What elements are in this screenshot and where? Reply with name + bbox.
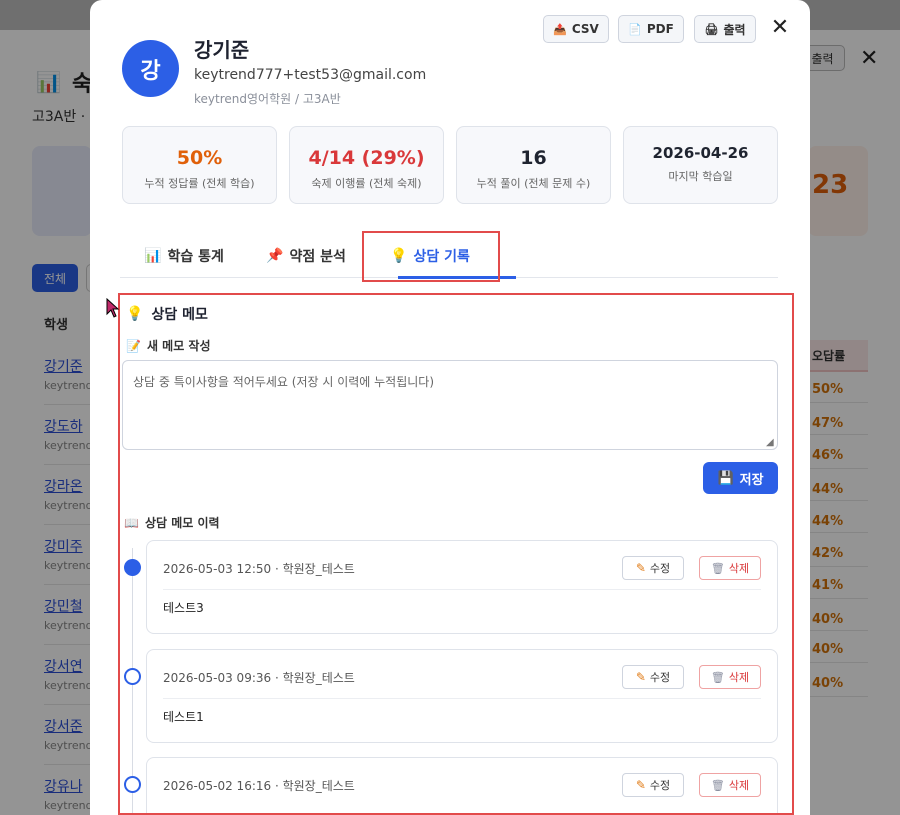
trash-icon: 🗑 bbox=[710, 561, 725, 575]
stat-value: 4/14 (29%) bbox=[308, 147, 425, 169]
stat-value: 16 bbox=[520, 147, 547, 169]
floppy-disk-icon: 💾 bbox=[717, 470, 734, 486]
timeline-dot bbox=[124, 668, 141, 685]
mouse-cursor-icon bbox=[106, 298, 120, 318]
stat-card-accuracy: 50% 누적 정답률 (전체 학습) bbox=[122, 126, 277, 204]
delete-label: 삭제 bbox=[728, 779, 750, 792]
section-title-text: 상담 메모 bbox=[151, 307, 208, 323]
stat-card-homework: 4/14 (29%) 숙제 이행률 (전체 숙제) bbox=[289, 126, 444, 204]
memo-body: 테스트1 bbox=[163, 710, 204, 724]
counsel-section-title: 💡 상담 메모 bbox=[126, 304, 208, 324]
stat-label: 마지막 학습일 bbox=[668, 170, 733, 183]
timeline-dot-current bbox=[124, 559, 141, 576]
edit-button[interactable]: ✎ 수정 bbox=[622, 773, 684, 797]
memo-history-item: 2026-05-03 09:36 · 학원장_테스트 ✎ 수정 🗑 삭제 테스트1 bbox=[146, 649, 778, 743]
student-name: 강기준 bbox=[194, 38, 250, 62]
open-book-icon: 📖 bbox=[124, 515, 139, 530]
timeline-dot bbox=[124, 776, 141, 793]
tab-label: 약점 분석 bbox=[289, 249, 346, 265]
edit-label: 수정 bbox=[649, 562, 671, 575]
edit-label: 수정 bbox=[649, 671, 671, 684]
close-icon[interactable]: ✕ bbox=[768, 16, 792, 40]
highlight-box-tab bbox=[362, 231, 500, 282]
print-button[interactable]: 🖨 출력 bbox=[694, 15, 756, 43]
delete-button[interactable]: 🗑 삭제 bbox=[699, 773, 761, 797]
resize-grip-icon[interactable]: ◢ bbox=[766, 437, 774, 448]
new-memo-title-text: 새 메모 작성 bbox=[146, 339, 211, 353]
pencil-icon: ✎ bbox=[635, 561, 646, 575]
memo-meta: 2026-05-03 09:36 · 학원장_테스트 bbox=[163, 671, 355, 685]
document-icon: 📄 bbox=[628, 22, 642, 36]
stat-value: 2026-04-26 bbox=[652, 144, 749, 162]
memo-meta: 2026-05-03 12:50 · 학원장_테스트 bbox=[163, 562, 355, 576]
student-org: keytrend영어학원 / 고3A반 bbox=[194, 92, 341, 106]
memo-textarea[interactable] bbox=[122, 360, 778, 450]
trash-icon: 🗑 bbox=[710, 670, 725, 684]
pdf-export-button[interactable]: 📄 PDF bbox=[618, 15, 684, 43]
stat-label: 누적 정답률 (전체 학습) bbox=[144, 177, 255, 190]
stat-card-solved: 16 누적 풀이 (전체 문제 수) bbox=[456, 126, 611, 204]
avatar: 강 bbox=[122, 40, 179, 97]
pdf-label: PDF bbox=[646, 22, 674, 36]
pencil-icon: ✎ bbox=[635, 778, 646, 792]
tab-label: 학습 통계 bbox=[167, 249, 224, 265]
pushpin-icon: 📌 bbox=[266, 248, 284, 264]
memo-icon: 📝 bbox=[126, 338, 141, 353]
lightbulb-icon: 💡 bbox=[126, 306, 144, 322]
new-memo-title: 📝 새 메모 작성 bbox=[126, 337, 211, 354]
file-upload-icon: 📤 bbox=[553, 22, 567, 36]
memo-body: 테스트3 bbox=[163, 601, 204, 615]
edit-button[interactable]: ✎ 수정 bbox=[622, 556, 684, 580]
stat-card-last-study: 2026-04-26 마지막 학습일 bbox=[623, 126, 778, 204]
printer-icon: 🖨 bbox=[704, 22, 719, 36]
stat-label: 숙제 이행률 (전체 숙제) bbox=[311, 177, 422, 190]
csv-label: CSV bbox=[571, 22, 599, 36]
csv-export-button[interactable]: 📤 CSV bbox=[543, 15, 609, 43]
delete-button[interactable]: 🗑 삭제 bbox=[699, 556, 761, 580]
stat-value: 50% bbox=[176, 147, 223, 169]
memo-history-item: 2026-05-03 12:50 · 학원장_테스트 ✎ 수정 🗑 삭제 테스트3 bbox=[146, 540, 778, 634]
delete-label: 삭제 bbox=[728, 671, 750, 684]
save-button[interactable]: 💾 저장 bbox=[703, 462, 778, 494]
save-label: 저장 bbox=[739, 472, 764, 488]
divider bbox=[163, 589, 761, 590]
student-email: keytrend777+test53@gmail.com bbox=[194, 67, 427, 83]
print-label: 출력 bbox=[723, 22, 746, 37]
pencil-icon: ✎ bbox=[635, 670, 646, 684]
divider bbox=[163, 698, 761, 699]
delete-button[interactable]: 🗑 삭제 bbox=[699, 665, 761, 689]
edit-label: 수정 bbox=[649, 779, 671, 792]
memo-history-item: 2026-05-02 16:16 · 학원장_테스트 ✎ 수정 🗑 삭제 bbox=[146, 757, 778, 815]
student-detail-modal: 강 강기준 keytrend777+test53@gmail.com keytr… bbox=[90, 0, 810, 815]
memo-meta: 2026-05-02 16:16 · 학원장_테스트 bbox=[163, 779, 355, 793]
history-title-text: 상담 메모 이력 bbox=[144, 516, 220, 530]
delete-label: 삭제 bbox=[728, 562, 750, 575]
tab-weakness-analysis[interactable]: 📌 약점 분석 bbox=[266, 234, 346, 278]
edit-button[interactable]: ✎ 수정 bbox=[622, 665, 684, 689]
stat-label: 누적 풀이 (전체 문제 수) bbox=[476, 177, 591, 190]
tab-learning-stats[interactable]: 📊 학습 통계 bbox=[144, 234, 224, 278]
history-title: 📖 상담 메모 이력 bbox=[124, 514, 220, 531]
bar-chart-icon: 📊 bbox=[144, 248, 162, 264]
trash-icon: 🗑 bbox=[710, 778, 725, 792]
